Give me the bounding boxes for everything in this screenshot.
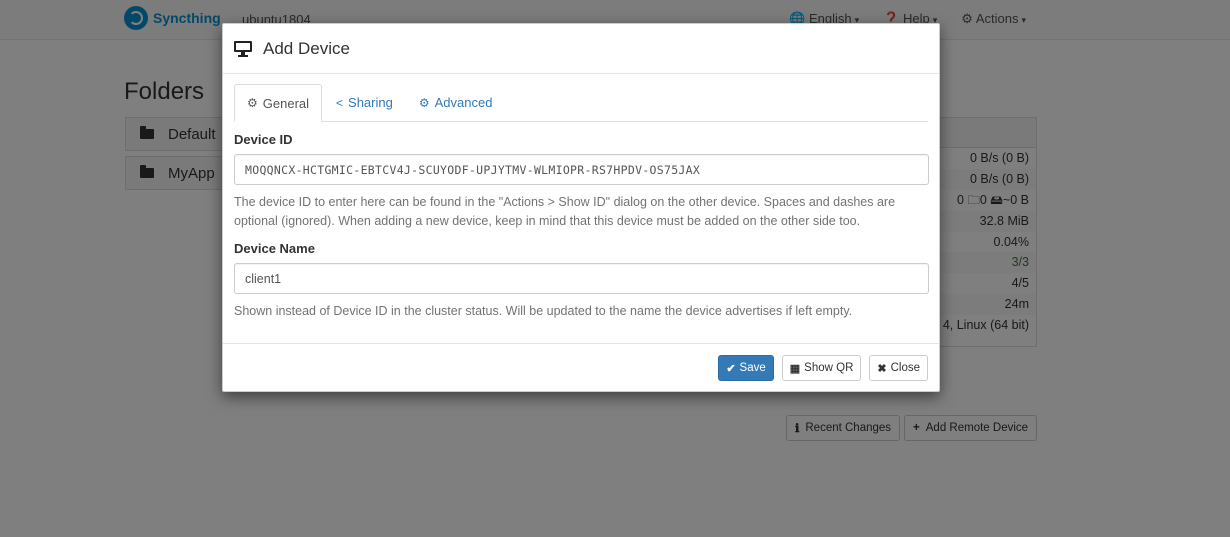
tab-bar: ⚙ General < Sharing ⚙ Advanced: [234, 84, 928, 122]
tab-sharing[interactable]: < Sharing: [324, 84, 405, 121]
tab-general[interactable]: ⚙ General: [234, 84, 323, 122]
tab-label: Sharing: [348, 95, 393, 110]
close-button[interactable]: ✖ Close: [869, 355, 928, 381]
show-qr-label: Show QR: [804, 362, 854, 374]
share-icon: <: [336, 95, 344, 110]
device-id-help: The device ID to enter here can be found…: [234, 195, 896, 228]
tab-label: General: [262, 95, 310, 111]
close-icon: ✖: [877, 362, 887, 375]
device-name-input[interactable]: [234, 263, 929, 294]
modal-body: ⚙ General < Sharing ⚙ Advanced Device ID…: [223, 74, 939, 321]
device-name-help: Shown instead of Device ID in the cluste…: [234, 304, 853, 318]
modal-title: Add Device: [263, 38, 350, 58]
add-device-dialog: Add Device ⚙ General < Sharing ⚙ Advance…: [222, 23, 940, 392]
close-label: Close: [890, 362, 920, 374]
device-id-label: Device ID: [234, 132, 293, 147]
cogs-icon: ⚙: [418, 95, 430, 110]
modal-header: Add Device: [223, 24, 939, 74]
monitor-icon: [234, 40, 252, 58]
device-name-label: Device Name: [234, 241, 315, 256]
qrcode-icon: ▦: [789, 362, 801, 375]
tab-advanced[interactable]: ⚙ Advanced: [407, 84, 505, 121]
save-button[interactable]: ✔ Save: [718, 355, 774, 381]
check-icon: ✔: [726, 362, 736, 375]
show-qr-button[interactable]: ▦ Show QR: [781, 355, 862, 381]
save-label: Save: [739, 362, 766, 374]
device-id-input[interactable]: [234, 154, 929, 185]
modal-footer: ✔ Save ▦ Show QR ✖ Close: [223, 343, 939, 392]
gear-icon: ⚙: [247, 96, 258, 110]
tab-label: Advanced: [434, 95, 493, 110]
